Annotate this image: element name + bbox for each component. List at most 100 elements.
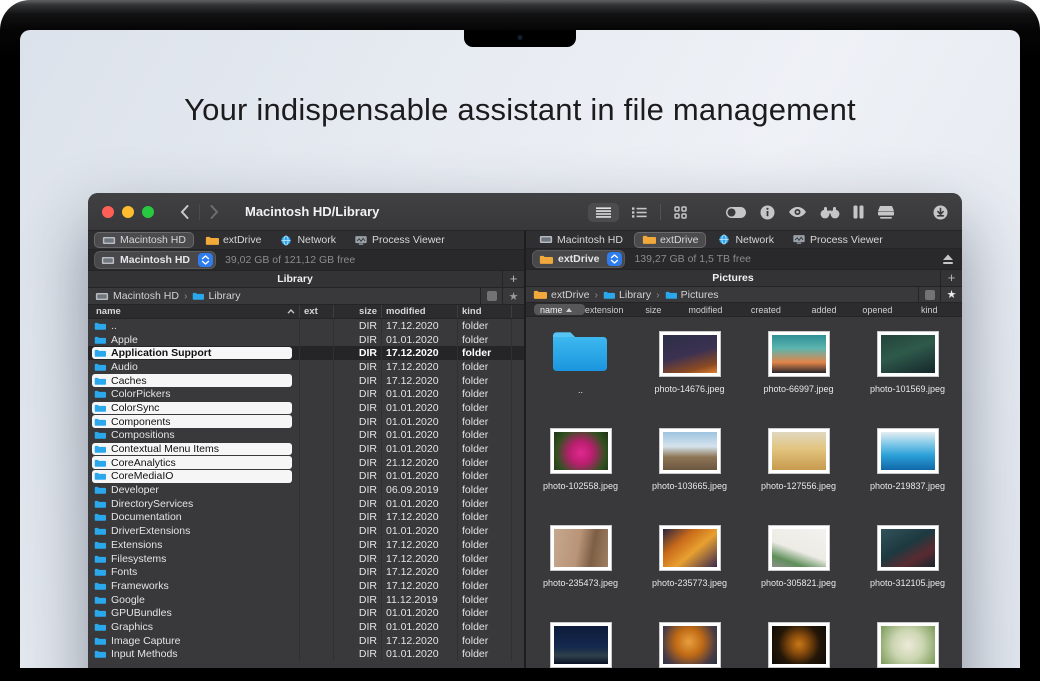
- grid-photo-item[interactable]: photo-103665.jpeg: [635, 422, 744, 519]
- download-icon[interactable]: [933, 205, 948, 220]
- scrollbar-track[interactable]: [512, 497, 524, 511]
- eject-icon[interactable]: [942, 254, 954, 265]
- breadcrumb-item[interactable]: Macintosh HD: [95, 290, 179, 302]
- file-row[interactable]: CoreMediaIODIR01.01.2020folder: [88, 470, 524, 484]
- file-row[interactable]: GPUBundlesDIR01.01.2020folder: [88, 606, 524, 620]
- file-row[interactable]: AppleDIR01.01.2020folder: [88, 333, 524, 347]
- zoom-window-button[interactable]: [142, 206, 154, 218]
- scrollbar-track[interactable]: [512, 333, 524, 347]
- back-icon[interactable]: [180, 205, 189, 219]
- scrollbar-track[interactable]: [512, 456, 524, 470]
- file-row[interactable]: DriverExtensionsDIR01.01.2020folder: [88, 524, 524, 538]
- grid-photo-item[interactable]: [744, 616, 853, 668]
- forward-icon[interactable]: [210, 205, 219, 219]
- scrollbar-track[interactable]: [512, 346, 524, 360]
- grid-photo-item[interactable]: [635, 616, 744, 668]
- scrollbar-track[interactable]: [512, 634, 524, 648]
- drive-tab-macintosh-hd[interactable]: Macintosh HD: [532, 233, 630, 247]
- scrollbar-track[interactable]: [512, 387, 524, 401]
- scrollbar-track[interactable]: [512, 442, 524, 456]
- file-row[interactable]: Application SupportDIR17.12.2020folder: [88, 346, 524, 360]
- column-header-modified[interactable]: modified: [688, 305, 751, 315]
- dual-pane-icon[interactable]: [853, 205, 864, 219]
- scrollbar-track[interactable]: [512, 524, 524, 538]
- column-header-ext[interactable]: ext: [300, 305, 334, 318]
- file-row[interactable]: Image CaptureDIR17.12.2020folder: [88, 634, 524, 648]
- add-tab-button[interactable]: +: [502, 271, 524, 287]
- column-header-created[interactable]: created: [751, 305, 812, 315]
- scrollbar-track[interactable]: [512, 360, 524, 374]
- right-folder-tab[interactable]: Pictures: [526, 270, 940, 286]
- file-row[interactable]: FilesystemsDIR17.12.2020folder: [88, 552, 524, 566]
- file-row[interactable]: GoogleDIR11.12.2019folder: [88, 593, 524, 607]
- column-header-kind[interactable]: kind: [921, 305, 962, 315]
- scrollbar-track[interactable]: [512, 470, 524, 484]
- column-header-extension[interactable]: extension: [585, 305, 646, 315]
- file-row[interactable]: ColorPickersDIR01.01.2020folder: [88, 387, 524, 401]
- grid-photo-item[interactable]: photo-235473.jpeg: [526, 519, 635, 616]
- network-share-icon[interactable]: [877, 205, 895, 219]
- right-drive-selector[interactable]: extDrive: [532, 250, 625, 268]
- drive-tab-network[interactable]: Network: [272, 233, 343, 247]
- info-icon[interactable]: [760, 205, 775, 220]
- scrollbar-track[interactable]: [512, 620, 524, 634]
- file-row[interactable]: CompositionsDIR01.01.2020folder: [88, 429, 524, 443]
- column-header-kind[interactable]: kind: [458, 305, 512, 318]
- left-drive-selector[interactable]: Macintosh HD: [94, 251, 216, 269]
- drive-tab-macintosh-hd[interactable]: Macintosh HD: [94, 232, 194, 248]
- preview-eye-icon[interactable]: [788, 206, 807, 218]
- file-row[interactable]: ExtensionsDIR17.12.2020folder: [88, 538, 524, 552]
- favorite-star-icon[interactable]: ★: [940, 287, 962, 303]
- scrollbar-track[interactable]: [512, 538, 524, 552]
- file-row[interactable]: Input MethodsDIR01.01.2020folder: [88, 648, 524, 662]
- drive-tab-process-viewer[interactable]: Process Viewer: [785, 233, 890, 247]
- toggle-switch-icon[interactable]: [725, 206, 747, 219]
- grid-photo-item[interactable]: photo-127556.jpeg: [744, 422, 853, 519]
- file-row[interactable]: CoreAnalyticsDIR21.12.2020folder: [88, 456, 524, 470]
- breadcrumb-item[interactable]: Library: [603, 289, 651, 301]
- column-header-size[interactable]: size: [334, 305, 382, 318]
- grid-photo-item[interactable]: photo-101569.jpeg: [853, 325, 962, 422]
- add-tab-button[interactable]: +: [940, 270, 962, 286]
- column-header-added[interactable]: added: [812, 305, 863, 315]
- drive-tab-extdrive[interactable]: extDrive: [198, 233, 269, 247]
- column-header-opened[interactable]: opened: [862, 305, 921, 315]
- scrollbar-track[interactable]: [512, 593, 524, 607]
- scrollbar-track[interactable]: [512, 511, 524, 525]
- column-header-name[interactable]: name: [88, 305, 300, 318]
- close-window-button[interactable]: [102, 206, 114, 218]
- column-header-modified[interactable]: modified: [382, 305, 458, 318]
- drive-tab-process-viewer[interactable]: Process Viewer: [347, 233, 452, 247]
- scrollbar-track[interactable]: [512, 429, 524, 443]
- scrollbar-track[interactable]: [512, 579, 524, 593]
- selection-indicator[interactable]: [480, 288, 502, 304]
- grid-photo-item[interactable]: photo-66997.jpeg: [744, 325, 853, 422]
- scrollbar-track[interactable]: [512, 648, 524, 662]
- grid-photo-item[interactable]: photo-312105.jpeg: [853, 519, 962, 616]
- file-row[interactable]: DeveloperDIR06.09.2019folder: [88, 483, 524, 497]
- scrollbar-track[interactable]: [512, 415, 524, 429]
- selection-indicator[interactable]: [918, 287, 940, 303]
- grid-photo-item[interactable]: [853, 616, 962, 668]
- grid-photo-item[interactable]: photo-219837.jpeg: [853, 422, 962, 519]
- scrollbar-track[interactable]: [512, 606, 524, 620]
- breadcrumb-item[interactable]: Pictures: [665, 289, 719, 301]
- grid-photo-item[interactable]: photo-305821.jpeg: [744, 519, 853, 616]
- grid-photo-item[interactable]: [526, 616, 635, 668]
- breadcrumb-item[interactable]: extDrive: [533, 289, 590, 301]
- column-header-size[interactable]: size: [645, 305, 688, 315]
- file-row[interactable]: CachesDIR17.12.2020folder: [88, 374, 524, 388]
- scrollbar-track[interactable]: [512, 552, 524, 566]
- drive-tab-network[interactable]: Network: [710, 233, 781, 247]
- grid-photo-item[interactable]: photo-14676.jpeg: [635, 325, 744, 422]
- file-row[interactable]: GraphicsDIR01.01.2020folder: [88, 620, 524, 634]
- scrollbar-track[interactable]: [512, 565, 524, 579]
- file-row[interactable]: DirectoryServicesDIR01.01.2020folder: [88, 497, 524, 511]
- grid-photo-item[interactable]: photo-235773.jpeg: [635, 519, 744, 616]
- scrollbar-track[interactable]: [512, 401, 524, 415]
- file-row[interactable]: AudioDIR17.12.2020folder: [88, 360, 524, 374]
- minimize-window-button[interactable]: [122, 206, 134, 218]
- scrollbar-track[interactable]: [512, 374, 524, 388]
- file-row[interactable]: Contextual Menu ItemsDIR01.01.2020folder: [88, 442, 524, 456]
- drive-tab-extdrive[interactable]: extDrive: [634, 232, 707, 248]
